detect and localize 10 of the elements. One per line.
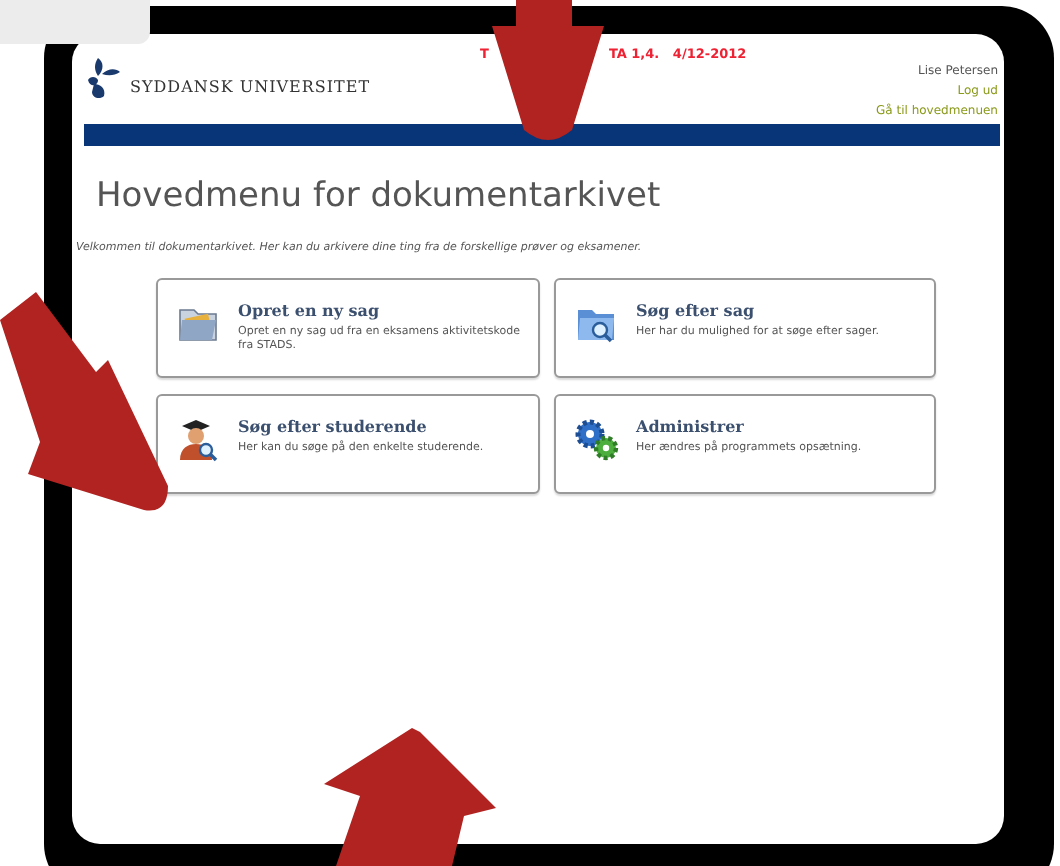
- student-search-icon: [174, 416, 222, 465]
- logo-icon: [84, 56, 124, 100]
- page-title: Hovedmenu for dokumentarkivet: [96, 176, 663, 216]
- annotation-arrow: [492, 0, 604, 140]
- card-title: Søg efter sag: [636, 300, 757, 321]
- gears-icon: [572, 416, 620, 465]
- logo-text: SYDDANSK UNIVERSITET: [130, 80, 371, 96]
- card-title: Opret en ny sag: [238, 300, 382, 321]
- card-title: Søg efter studerende: [238, 416, 429, 437]
- card-title: Administrer: [636, 416, 746, 437]
